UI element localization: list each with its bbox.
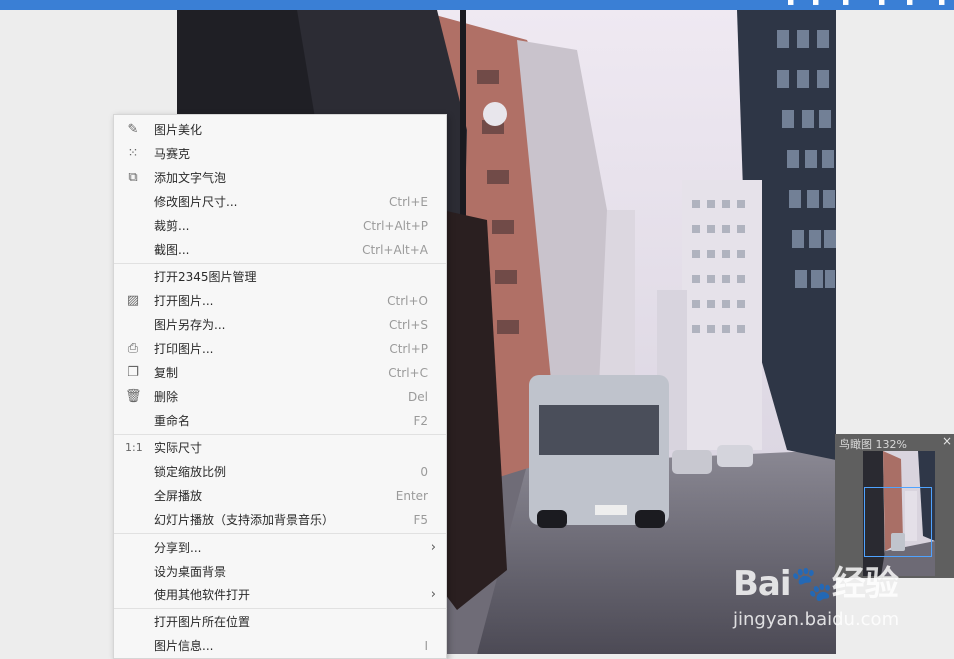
context-menu: ✎ 图片美化 ⁙ 马赛克 ⧉ 添加文字气泡 修改图片尺寸... Ctrl+E 裁… — [113, 114, 447, 659]
menu-item-label: 全屏播放 — [154, 489, 203, 503]
menu-item-share[interactable]: 分享到... › — [114, 536, 446, 560]
menu-item-shortcut: Del — [408, 390, 428, 404]
menu-item-set-wallpaper[interactable]: 设为桌面背景 — [114, 560, 446, 584]
menu-item-label: 打开图片... — [154, 294, 214, 308]
navigator-viewport[interactable] — [864, 487, 932, 557]
title-bar: ▪ ▪ ▪ ▪ ▪ ▪ — [0, 0, 954, 10]
menu-item-shortcut: 0 — [420, 465, 428, 479]
menu-item-open-with[interactable]: 使用其他软件打开 › — [114, 583, 446, 607]
baidu-jingyan-logo: Bai🐾经验 — [733, 564, 899, 604]
edit-icon: ✎ — [127, 122, 139, 137]
menu-item-label: 锁定缩放比例 — [154, 465, 227, 479]
navigator-panel[interactable]: 鸟瞰图 132% × — [835, 434, 954, 578]
menu-separator — [114, 608, 446, 609]
menu-item-shortcut: I — [424, 639, 428, 653]
menu-item-label: 实际尺寸 — [154, 441, 203, 455]
menu-item-label: 分享到... — [154, 541, 202, 555]
text-bubble-icon: ⧉ — [128, 170, 138, 185]
menu-item-delete[interactable]: 🗑 删除 Del — [114, 385, 446, 409]
menu-item-image-info[interactable]: 图片信息... I — [114, 634, 446, 658]
menu-item-shortcut: Ctrl+Alt+A — [362, 243, 428, 257]
menu-item-rename[interactable]: 重命名 F2 — [114, 409, 446, 433]
menu-item-label: 使用其他软件打开 — [154, 588, 251, 602]
menu-item-label: 截图... — [154, 243, 190, 257]
menu-item-lock-zoom[interactable]: 锁定缩放比例 0 — [114, 460, 446, 484]
menu-item-open-manager[interactable]: 打开2345图片管理 — [114, 265, 446, 289]
copy-icon: ❐ — [127, 365, 139, 380]
menu-item-shortcut: Ctrl+Alt+P — [363, 219, 428, 233]
menu-item-label: 裁剪... — [154, 219, 190, 233]
menu-item-crop[interactable]: 裁剪... Ctrl+Alt+P — [114, 214, 446, 238]
maximize-icon[interactable]: ▪ — [906, 0, 913, 8]
menu-item-shortcut: Ctrl+S — [388, 318, 428, 332]
menu-item-resize[interactable]: 修改图片尺寸... Ctrl+E — [114, 190, 446, 214]
menu-item-open-location[interactable]: 打开图片所在位置 — [114, 610, 446, 634]
minimize-icon[interactable]: ▪ — [878, 0, 885, 8]
menu-item-save-as[interactable]: 图片另存为... Ctrl+S — [114, 313, 446, 337]
menu-item-label: 修改图片尺寸... — [154, 195, 238, 209]
menu-item-label: 添加文字气泡 — [154, 171, 227, 185]
menu-item-shortcut: Ctrl+E — [389, 195, 428, 209]
menu-separator — [114, 434, 446, 435]
menu-item-mosaic[interactable]: ⁙ 马赛克 — [114, 142, 446, 166]
menu-item-label: 复制 — [154, 366, 179, 380]
menu-item-open-image[interactable]: ▨ 打开图片... Ctrl+O — [114, 289, 446, 313]
menu-item-label: 马赛克 — [154, 147, 191, 161]
menu-item-shortcut: Enter — [395, 489, 428, 503]
trash-icon: 🗑 — [125, 389, 142, 404]
skin-icon[interactable]: ▪ — [787, 0, 794, 8]
menu-item-label: 图片信息... — [154, 639, 214, 653]
feedback-icon[interactable]: ▪ — [842, 0, 849, 8]
menu-item-label: 设为桌面背景 — [154, 565, 227, 579]
menu-item-shortcut: Ctrl+O — [387, 294, 428, 308]
chevron-right-icon: › — [430, 540, 436, 555]
menu-separator — [114, 533, 446, 534]
menu-item-label: 打印图片... — [154, 342, 214, 356]
menu-item-shortcut: F2 — [413, 414, 428, 428]
menu-item-text-bubble[interactable]: ⧉ 添加文字气泡 — [114, 166, 446, 190]
menu-item-shortcut: Ctrl+P — [389, 342, 428, 356]
close-icon[interactable]: × — [942, 434, 952, 448]
menu-icon[interactable]: ▪ — [812, 0, 819, 8]
menu-item-slideshow[interactable]: 幻灯片播放（支持添加背景音乐） F5 — [114, 508, 446, 532]
actual-size-icon: 1:1 — [125, 441, 143, 454]
menu-item-label: 重命名 — [154, 414, 191, 428]
watermark-url: jingyan.baidu.com — [733, 609, 900, 630]
navigator-title: 鸟瞰图 132% — [839, 438, 907, 451]
menu-item-label: 删除 — [154, 390, 179, 404]
mosaic-icon: ⁙ — [127, 146, 139, 161]
image-icon: ▨ — [126, 293, 140, 308]
menu-item-label: 幻灯片播放（支持添加背景音乐） — [154, 513, 335, 527]
menu-separator — [114, 263, 446, 264]
menu-item-shortcut: F5 — [413, 513, 428, 527]
menu-item-copy[interactable]: ❐ 复制 Ctrl+C — [114, 361, 446, 385]
close-icon[interactable]: ▪ — [938, 0, 945, 8]
printer-icon: ⎙ — [127, 341, 139, 356]
menu-item-fullscreen[interactable]: 全屏播放 Enter — [114, 484, 446, 508]
menu-item-label: 打开2345图片管理 — [154, 270, 257, 284]
chevron-right-icon: › — [430, 587, 436, 602]
watermark: Bai🐾经验 jingyan.baidu.com — [733, 566, 899, 630]
menu-item-print[interactable]: ⎙ 打印图片... Ctrl+P — [114, 337, 446, 361]
menu-item-shortcut: Ctrl+C — [388, 366, 428, 380]
menu-item-beautify[interactable]: ✎ 图片美化 — [114, 118, 446, 142]
menu-item-screenshot[interactable]: 截图... Ctrl+Alt+A — [114, 238, 446, 262]
menu-item-label: 图片另存为... — [154, 318, 226, 332]
menu-item-label: 打开图片所在位置 — [154, 615, 251, 629]
menu-item-label: 图片美化 — [154, 123, 203, 137]
menu-item-actual-size[interactable]: 1:1 实际尺寸 — [114, 436, 446, 460]
